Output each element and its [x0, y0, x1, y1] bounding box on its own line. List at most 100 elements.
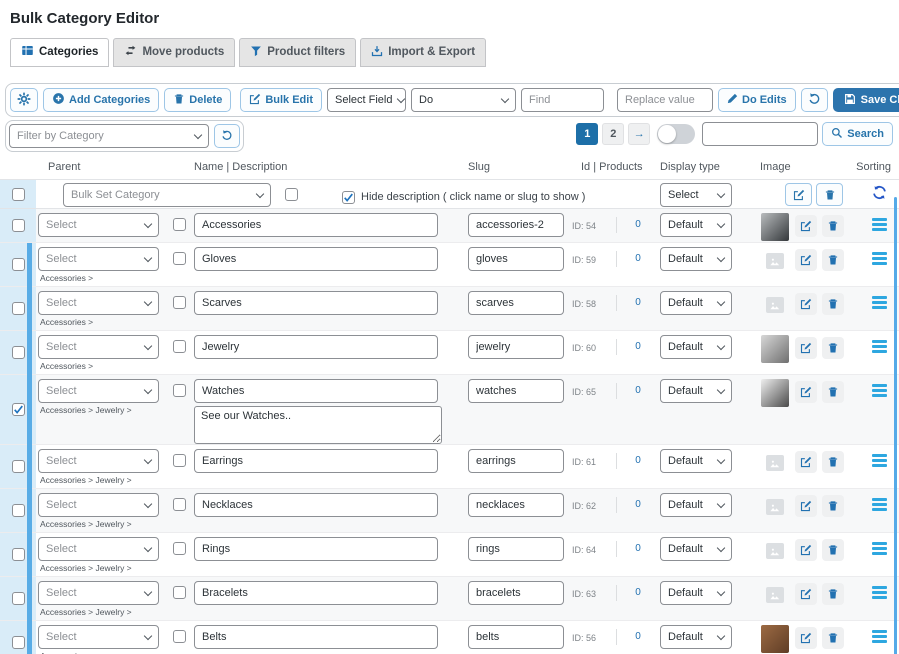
slug-input[interactable]	[468, 247, 564, 271]
parent-select[interactable]: Select	[38, 493, 159, 517]
name-edit-checkbox[interactable]	[173, 252, 186, 265]
drag-sort-handle[interactable]	[872, 340, 887, 374]
products-count[interactable]: 0	[635, 219, 641, 242]
products-count[interactable]: 0	[635, 297, 641, 330]
display-type-select[interactable]: Default	[660, 247, 732, 271]
drag-sort-handle[interactable]	[872, 630, 887, 654]
parent-select[interactable]: Select	[38, 213, 159, 237]
parent-select[interactable]: Select	[38, 449, 159, 473]
display-type-select[interactable]: Default	[660, 291, 732, 315]
name-input[interactable]	[194, 493, 438, 517]
search-input[interactable]	[702, 122, 818, 146]
delete-image-button[interactable]	[822, 495, 844, 517]
edit-image-button[interactable]	[795, 495, 817, 517]
tab-categories[interactable]: Categories	[10, 38, 109, 67]
products-count[interactable]: 0	[635, 543, 641, 576]
drag-sort-handle[interactable]	[872, 542, 887, 576]
bulk-delete-image-button[interactable]	[816, 183, 843, 206]
bulk-display-type-dropdown[interactable]: Select	[660, 183, 732, 207]
products-count[interactable]: 0	[635, 385, 641, 444]
drag-sort-handle[interactable]	[872, 218, 887, 242]
parent-select[interactable]: Select	[38, 625, 159, 649]
edit-image-button[interactable]	[795, 337, 817, 359]
delete-image-button[interactable]	[822, 293, 844, 315]
row-checkbox[interactable]	[12, 302, 25, 315]
parent-select[interactable]: Select	[38, 581, 159, 605]
edit-image-button[interactable]	[795, 539, 817, 561]
bulk-name-checkbox[interactable]	[285, 188, 298, 201]
add-categories-button[interactable]: Add Categories	[43, 88, 159, 112]
name-edit-checkbox[interactable]	[173, 454, 186, 467]
name-input[interactable]	[194, 625, 438, 649]
select-field-dropdown[interactable]: Select Field	[327, 88, 406, 112]
filter-reset-button[interactable]	[214, 124, 240, 148]
row-checkbox[interactable]	[12, 346, 25, 359]
delete-image-button[interactable]	[822, 627, 844, 649]
name-input[interactable]	[194, 291, 438, 315]
drag-sort-handle[interactable]	[872, 498, 887, 532]
delete-image-button[interactable]	[822, 451, 844, 473]
settings-button[interactable]	[10, 88, 38, 112]
name-input[interactable]	[194, 537, 438, 561]
row-checkbox[interactable]	[12, 548, 25, 561]
name-input[interactable]	[194, 247, 438, 271]
search-button[interactable]: Search	[822, 122, 893, 146]
do-edits-button[interactable]: Do Edits	[718, 88, 796, 112]
page-2-button[interactable]: 2	[602, 123, 624, 145]
edit-image-button[interactable]	[795, 627, 817, 649]
name-edit-checkbox[interactable]	[173, 542, 186, 555]
parent-select[interactable]: Select	[38, 379, 159, 403]
name-edit-checkbox[interactable]	[173, 384, 186, 397]
delete-image-button[interactable]	[822, 249, 844, 271]
name-input[interactable]	[194, 581, 438, 605]
row-checkbox[interactable]	[12, 460, 25, 473]
drag-sort-handle[interactable]	[872, 296, 887, 330]
row-checkbox[interactable]	[12, 592, 25, 605]
bulk-edit-button[interactable]: Bulk Edit	[240, 88, 322, 112]
parent-select[interactable]: Select	[38, 335, 159, 359]
delete-image-button[interactable]	[822, 381, 844, 403]
undo-button[interactable]	[801, 88, 828, 112]
row-checkbox[interactable]	[12, 403, 25, 416]
parent-select[interactable]: Select	[38, 291, 159, 315]
tab-product-filters[interactable]: Product filters	[239, 38, 356, 67]
drag-sort-handle[interactable]	[872, 454, 887, 488]
do-action-dropdown[interactable]: Do	[411, 88, 516, 112]
display-type-select[interactable]: Default	[660, 537, 732, 561]
row-checkbox[interactable]	[12, 219, 25, 232]
refresh-sorting-icon[interactable]	[872, 185, 887, 208]
name-input[interactable]	[194, 213, 438, 237]
tab-import-export[interactable]: Import & Export	[360, 38, 486, 67]
display-type-select[interactable]: Default	[660, 379, 732, 403]
row-checkbox[interactable]	[12, 504, 25, 517]
row-checkbox[interactable]	[12, 258, 25, 271]
display-type-select[interactable]: Default	[660, 581, 732, 605]
slug-input[interactable]	[468, 493, 564, 517]
row-checkbox[interactable]	[12, 636, 25, 649]
bulk-set-category-dropdown[interactable]: Bulk Set Category	[63, 183, 271, 207]
display-type-select[interactable]: Default	[660, 213, 732, 237]
tab-move-products[interactable]: Move products	[113, 38, 235, 67]
delete-image-button[interactable]	[822, 215, 844, 237]
slug-input[interactable]	[468, 213, 564, 237]
name-input[interactable]	[194, 379, 438, 403]
edit-image-button[interactable]	[795, 293, 817, 315]
products-count[interactable]: 0	[635, 253, 641, 286]
save-changes-button[interactable]: Save Changes	[833, 88, 899, 112]
slug-input[interactable]	[468, 379, 564, 403]
edit-image-button[interactable]	[795, 381, 817, 403]
bulk-edit-image-button[interactable]	[785, 183, 812, 206]
delete-image-button[interactable]	[822, 337, 844, 359]
display-type-select[interactable]: Default	[660, 625, 732, 649]
products-count[interactable]: 0	[635, 631, 641, 654]
slug-input[interactable]	[468, 335, 564, 359]
products-count[interactable]: 0	[635, 499, 641, 532]
edit-image-button[interactable]	[795, 583, 817, 605]
scrollbar[interactable]	[894, 197, 897, 654]
page-1-button[interactable]: 1	[576, 123, 598, 145]
products-count[interactable]: 0	[635, 341, 641, 374]
display-type-select[interactable]: Default	[660, 449, 732, 473]
name-edit-checkbox[interactable]	[173, 296, 186, 309]
name-input[interactable]	[194, 335, 438, 359]
parent-select[interactable]: Select	[38, 247, 159, 271]
